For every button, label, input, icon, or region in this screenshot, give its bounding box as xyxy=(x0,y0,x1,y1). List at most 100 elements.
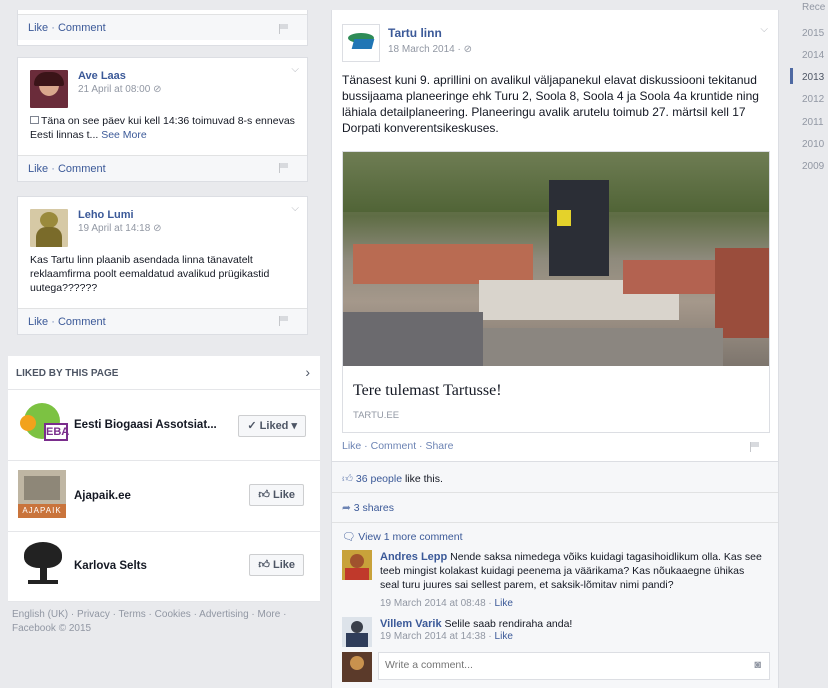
globe-icon: ⊘ xyxy=(463,44,472,55)
share-link[interactable]: Share xyxy=(425,440,453,452)
post-text: Kas Tartu linn plaanib asendada linna tä… xyxy=(30,254,270,294)
biogas-logo: EBA xyxy=(18,401,72,447)
like-link[interactable]: Like xyxy=(342,440,361,452)
chevron-down-icon[interactable]: ⌵ xyxy=(760,24,768,35)
comment-time[interactable]: 19 March 2014 at 14:38 xyxy=(380,631,486,642)
chevron-right-icon[interactable]: › xyxy=(305,364,310,380)
likes-count-link[interactable]: 36 people xyxy=(356,473,402,485)
link-preview[interactable]: Tere tulemast Tartusse! TARTU.EE xyxy=(342,151,770,433)
post-time[interactable]: 19 April at 14:18 ⊘ xyxy=(78,223,161,234)
report-flag-icon[interactable] xyxy=(279,24,289,34)
footer-link-privacy[interactable]: Privacy xyxy=(77,609,110,620)
link-preview-image[interactable] xyxy=(343,152,769,366)
report-flag-icon[interactable] xyxy=(279,163,289,173)
shares-row: ➦ 3 shares xyxy=(342,502,394,514)
timeline-year-active[interactable]: 2013 xyxy=(802,72,824,83)
like-link[interactable]: Like xyxy=(28,163,48,175)
footer-copyright: Facebook © 2015 xyxy=(12,623,92,634)
post-time[interactable]: 18 March 2014 · ⊘ xyxy=(388,44,472,55)
chevron-down-icon[interactable]: ⌵ xyxy=(291,64,299,75)
main-post: Tartu linn 18 March 2014 · ⊘ ⌵ Tänasest … xyxy=(331,10,779,462)
comment-author[interactable]: Andres Lepp xyxy=(380,551,447,563)
page-avatar[interactable] xyxy=(342,24,380,62)
timeline-year[interactable]: 2010 xyxy=(802,139,824,150)
globe-icon: ⊘ xyxy=(153,84,162,95)
liked-page-item[interactable]: AJAPAIK Ajapaik.ee 👍︎ Like xyxy=(8,462,320,532)
liked-page-name[interactable]: Eesti Biogaasi Assotsiat... xyxy=(74,419,217,431)
timeline-active-marker xyxy=(790,68,793,84)
footer-link-terms[interactable]: Terms xyxy=(119,609,146,620)
comment-author[interactable]: Villem Varik xyxy=(380,618,442,630)
thumbs-up-icon: 👍︎ xyxy=(258,559,270,571)
post-author[interactable]: Leho Lumi xyxy=(78,209,134,221)
commenter-avatar[interactable] xyxy=(342,550,372,580)
comment-link[interactable]: Comment xyxy=(58,22,106,34)
share-arrow-icon: ➦ xyxy=(342,502,351,514)
likes-suffix: like this. xyxy=(402,473,443,485)
report-flag-icon[interactable] xyxy=(750,442,760,452)
left-top-action-bar: Like · Comment xyxy=(18,14,307,40)
liked-header[interactable]: LIKED BY THIS PAGE › xyxy=(8,356,320,390)
camera-icon[interactable]: ◙ xyxy=(754,659,761,671)
like-link[interactable]: Like xyxy=(28,22,48,34)
caret-down-icon: ▾ xyxy=(291,420,297,432)
comment-field[interactable] xyxy=(385,659,725,671)
liked-page-name[interactable]: Karlova Selts xyxy=(74,560,147,572)
footer-link-language[interactable]: English (UK) xyxy=(12,609,68,620)
liked-header-title: LIKED BY THIS PAGE xyxy=(16,368,119,379)
avatar[interactable] xyxy=(30,209,68,247)
footer-link-more[interactable]: More xyxy=(258,609,281,620)
comment-meta: 19 March 2014 at 08:48 · Like xyxy=(380,598,513,609)
link-title[interactable]: Tere tulemast Tartusse! xyxy=(353,382,502,400)
timeline-year[interactable]: 2009 xyxy=(802,161,824,172)
footer-link-cookies[interactable]: Cookies xyxy=(155,609,191,620)
timeline-year[interactable]: 2014 xyxy=(802,50,824,61)
liked-page-item[interactable]: Karlova Selts 👍︎ Like xyxy=(8,532,320,602)
like-page-button[interactable]: 👍︎ Like xyxy=(249,484,304,506)
timeline-year[interactable]: 2015 xyxy=(802,28,824,39)
comment-like-link[interactable]: Like xyxy=(495,598,513,609)
my-avatar xyxy=(342,652,372,682)
comment-link[interactable]: Comment xyxy=(371,440,417,452)
comment-link[interactable]: Comment xyxy=(58,163,106,175)
karlova-tree-logo xyxy=(20,540,66,590)
post-author[interactable]: Ave Laas xyxy=(78,70,126,82)
footer-links: English (UK) · Privacy · Terms · Cookies… xyxy=(12,609,287,634)
timeline-year[interactable]: 2011 xyxy=(802,117,824,128)
post-time[interactable]: 21 April at 08:00 ⊘ xyxy=(78,84,161,95)
post-action-bar: Like · Comment xyxy=(18,155,307,181)
post-action-bar: Like · Comment xyxy=(18,308,307,334)
see-more-link[interactable]: See More xyxy=(101,129,147,141)
timeline-recent[interactable]: Rece xyxy=(802,2,825,13)
post-actions: Like · Comment · Share xyxy=(342,440,454,452)
comment-meta: 19 March 2014 at 14:38 · Like xyxy=(380,631,513,642)
ajapaik-logo: AJAPAIK xyxy=(18,470,66,518)
comment-like-link[interactable]: Like xyxy=(495,631,513,642)
post-text: Tänasest kuni 9. aprillini on avalikul v… xyxy=(342,73,759,135)
thumbs-up-icon: 👍︎ xyxy=(258,489,270,501)
avatar[interactable] xyxy=(30,70,68,108)
comment-body: Villem Varik Selile saab rendiraha anda! xyxy=(380,618,573,630)
commenter-avatar[interactable] xyxy=(342,617,372,647)
post-text: Täna on see päev kui kell 14:36 toimuvad… xyxy=(30,115,295,141)
liked-button[interactable]: ✓ Liked ▾ xyxy=(238,415,306,437)
globe-icon: ⊘ xyxy=(153,223,162,234)
comment-body: Andres Lepp Nende saksa nimedega võiks k… xyxy=(380,551,762,591)
chevron-down-icon[interactable]: ⌵ xyxy=(291,203,299,214)
comment-time[interactable]: 19 March 2014 at 08:48 xyxy=(380,598,486,609)
footer-link-advertising[interactable]: Advertising xyxy=(199,609,248,620)
comment-input[interactable]: ◙ xyxy=(378,652,770,680)
likes-row: 👍︎ 36 people like this. xyxy=(342,472,443,485)
comment-link[interactable]: Comment xyxy=(58,316,106,328)
visitor-post-ave: Ave Laas 21 April at 08:00 ⊘ ⌵ Täna on s… xyxy=(17,57,308,182)
liked-page-item[interactable]: EBA Eesti Biogaasi Assotsiat... ✓ Liked … xyxy=(8,391,320,461)
check-icon: ✓ xyxy=(247,420,257,432)
like-page-button[interactable]: 👍︎ Like xyxy=(249,554,304,576)
liked-page-name[interactable]: Ajapaik.ee xyxy=(74,490,131,502)
view-more-comments[interactable]: 🗨︎ View 1 more comment xyxy=(342,530,463,543)
page-name[interactable]: Tartu linn xyxy=(388,26,442,40)
like-link[interactable]: Like xyxy=(28,316,48,328)
report-flag-icon[interactable] xyxy=(279,316,289,326)
shares-link[interactable]: 3 shares xyxy=(354,502,394,514)
timeline-year[interactable]: 2012 xyxy=(802,94,824,105)
